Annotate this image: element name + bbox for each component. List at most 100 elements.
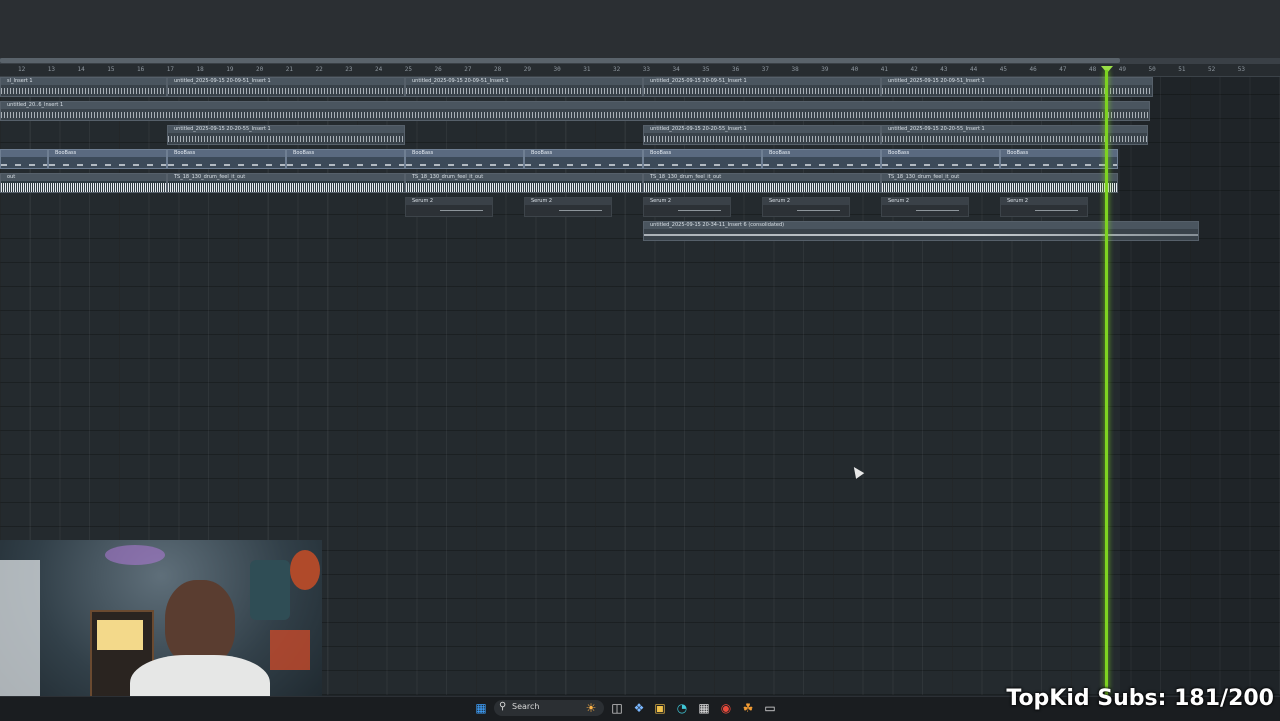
clip-label: Serum 2 (882, 198, 968, 205)
serum-pattern-clip[interactable]: Serum 2 (524, 197, 612, 217)
search-icon: ⚲ (499, 701, 507, 712)
clip-label: BooBass (49, 150, 166, 157)
drum-audio-clip[interactable]: TS_18_130_drum_feel_it_out (881, 173, 1118, 193)
drum-audio-clip[interactable]: out (0, 173, 167, 193)
note-preview (49, 164, 166, 166)
clip-label: untitled_2025-09-15 20-20-55_Insert 1 (168, 126, 404, 133)
ruler-bar-number: 37 (761, 66, 769, 73)
audio-clip[interactable]: untitled_2025-09-15 20-09-51_Insert 1 (643, 77, 881, 97)
ruler-bar-number: 28 (494, 66, 502, 73)
waveform (882, 88, 1152, 94)
playhead-line[interactable] (1105, 70, 1108, 695)
ruler-bar-number: 42 (910, 66, 918, 73)
pattern-clip[interactable] (0, 149, 48, 169)
clip-label: BooBass (525, 150, 642, 157)
pattern-clip[interactable]: BooBass (286, 149, 405, 169)
webcam-person-head (165, 580, 235, 665)
fl-studio-icon[interactable]: ☘ (741, 701, 755, 715)
webcam-overlay (0, 540, 322, 720)
clip-label: TS_18_130_drum_feel_it_out (168, 174, 404, 181)
ruler-bar-number: 23 (345, 66, 353, 73)
ruler-bar-number: 14 (77, 66, 85, 73)
clip-label: untitled_2025-09-15 20-20-55_Insert 1 (644, 126, 880, 133)
pattern-clip[interactable]: BooBass (405, 149, 524, 169)
ruler-bar-number: 46 (1029, 66, 1037, 73)
serum-pattern-clip[interactable]: Serum 2 (881, 197, 969, 217)
ruler-bar-number: 47 (1059, 66, 1067, 73)
ruler-bar-number: 50 (1148, 66, 1156, 73)
serum-pattern-clip[interactable]: Serum 2 (1000, 197, 1088, 217)
pattern-clip[interactable]: BooBass (524, 149, 643, 169)
waveform (644, 136, 880, 142)
store-icon[interactable]: ▦ (697, 701, 711, 715)
chrome-icon[interactable]: ◉ (719, 701, 733, 715)
ruler-bar-number: 13 (47, 66, 55, 73)
consolidated-audio-clip[interactable]: untitled_2025-09-15 20-34-11_Insert 6 (c… (643, 221, 1199, 241)
ruler-bar-number: 17 (166, 66, 174, 73)
ruler-bar-number: 29 (523, 66, 531, 73)
widgets-icon[interactable]: ☀ (584, 701, 598, 715)
waveform (168, 183, 404, 192)
clip-label: untitled_2025-09-15 20-09-51_Insert 1 (882, 78, 1152, 85)
ruler-bar-number: 22 (315, 66, 323, 73)
pattern-clip[interactable]: BooBass (762, 149, 881, 169)
ruler-bar-number: 33 (642, 66, 650, 73)
file-explorer-icon[interactable]: ▣ (653, 701, 667, 715)
toolbar-area (0, 0, 1280, 58)
clip-label: TS_18_130_drum_feel_it_out (644, 174, 880, 181)
copilot-icon[interactable]: ❖ (632, 701, 646, 715)
audio-clip-sequence[interactable]: untitled_20..6_Insert 1 (0, 101, 1150, 121)
pattern-clip[interactable]: BooBass (1000, 149, 1118, 169)
audio-clip[interactable]: sl_Insert 1 (0, 77, 167, 97)
clip-label: BooBass (1001, 150, 1117, 157)
pattern-clip[interactable]: BooBass (48, 149, 167, 169)
pattern-clip[interactable]: BooBass (643, 149, 762, 169)
ruler-bar-number: 20 (256, 66, 264, 73)
edge-browser-icon[interactable]: ◔ (675, 701, 689, 715)
drum-audio-clip[interactable]: TS_18_130_drum_feel_it_out (643, 173, 881, 193)
audio-clip[interactable]: untitled_2025-09-15 20-09-51_Insert 1 (881, 77, 1153, 97)
note-preview (559, 210, 603, 211)
audio-clip[interactable]: untitled_2025-09-15 20-20-55_Insert 1 (167, 125, 405, 145)
ruler-bar-number: 41 (880, 66, 888, 73)
capcut-icon[interactable]: ▭ (763, 701, 777, 715)
clip-label: BooBass (763, 150, 880, 157)
clip-label: BooBass (287, 150, 404, 157)
waveform (406, 183, 642, 192)
timeline-ruler[interactable]: 12 13 14 15 16 17 18 19 20 21 22 23 24 25 26 27 28 29 30 31… (0, 64, 1280, 77)
taskbar-search-label: Search (512, 702, 540, 711)
webcam-arcade-screen (97, 620, 143, 650)
webcam-purple-light (105, 545, 165, 565)
waveform (644, 183, 880, 192)
audio-clip[interactable]: untitled_2025-09-15 20-09-51_Insert 1 (405, 77, 643, 97)
clip-label: Serum 2 (406, 198, 492, 205)
audio-clip[interactable]: untitled_2025-09-15 20-09-51_Insert 1 (167, 77, 405, 97)
clip-label: out (1, 174, 166, 181)
ruler-bar-number: 44 (970, 66, 978, 73)
drum-audio-clip[interactable]: TS_18_130_drum_feel_it_out (167, 173, 405, 193)
clip-label: Serum 2 (644, 198, 730, 205)
clip-label: untitled_20..6_Insert 1 (1, 102, 1149, 109)
pattern-clip[interactable]: BooBass (167, 149, 286, 169)
pattern-clip[interactable]: BooBass (881, 149, 1000, 169)
ruler-bar-number: 53 (1237, 66, 1245, 73)
note-preview (644, 164, 761, 166)
serum-pattern-clip[interactable]: Serum 2 (405, 197, 493, 217)
serum-pattern-clip[interactable]: Serum 2 (643, 197, 731, 217)
ruler-bar-number: 49 (1118, 66, 1126, 73)
audio-clip[interactable]: untitled_2025-09-15 20-20-55_Insert 1 (643, 125, 881, 145)
arrangement-end-shade (1120, 77, 1280, 695)
task-view-icon[interactable]: ◫ (610, 701, 624, 715)
ruler-bar-number: 36 (732, 66, 740, 73)
drum-audio-clip[interactable]: TS_18_130_drum_feel_it_out (405, 173, 643, 193)
waveform (882, 183, 1117, 192)
windows-start-icon[interactable]: ▦ (474, 701, 488, 715)
waveform (168, 136, 404, 142)
ruler-bar-number: 16 (137, 66, 145, 73)
waveform (406, 88, 642, 94)
serum-pattern-clip[interactable]: Serum 2 (762, 197, 850, 217)
horizontal-scrollbar-thumb[interactable] (0, 58, 1120, 63)
clip-label: TS_18_130_drum_feel_it_out (882, 174, 1117, 181)
ruler-bar-number: 48 (1089, 66, 1097, 73)
note-preview (916, 210, 960, 211)
